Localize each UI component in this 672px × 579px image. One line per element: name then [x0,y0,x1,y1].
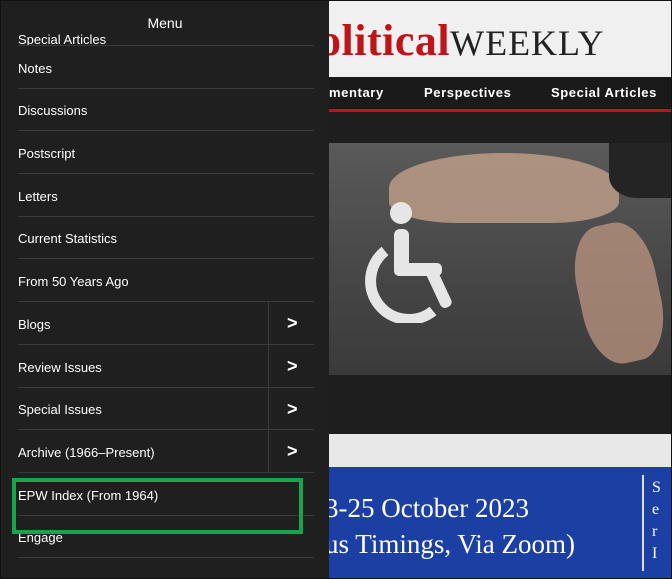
banner-divider [642,475,644,571]
menu-item-label: Special Articles [18,32,107,46]
menu-item-label: Letters [18,188,58,204]
menu-list: Special Articles Notes Discussions Posts… [18,7,314,559]
highlight-box [12,478,303,534]
menu-item-from-50-years-ago[interactable]: From 50 Years Ago [18,259,314,303]
menu-item-label: Current Statistics [18,231,117,247]
menu-item-review-issues[interactable]: Review Issues > [18,344,314,388]
menu-item-label: Archive (1966–Present) [18,444,155,460]
menu-item-label: Discussions [18,103,88,119]
menu-item-label: Review Issues [18,359,102,375]
ticker-bar [329,434,671,467]
site-logo[interactable]: oliticalWEEKLY [329,15,604,66]
chevron-right-icon: > [287,441,298,462]
menu-item-current-statistics[interactable]: Current Statistics [18,217,314,260]
menu-item-discussions[interactable]: Discussions [18,89,314,132]
site-nav: mentary Perspectives Special Articles [329,77,671,112]
logo-part2: WEEKLY [450,23,605,63]
menu-item-letters[interactable]: Letters [18,174,314,217]
menu-title: Menu [147,15,183,31]
chevron-right-icon: > [287,355,298,376]
menu-item-label: Notes [18,60,52,76]
menu-item-label: Blogs [18,316,51,332]
hand-image-part [565,216,671,370]
chevron-right-icon: > [287,313,298,334]
banner-side-char: e [652,501,660,518]
banner-side-text: S e r I [652,477,661,565]
menu-item-postscript[interactable]: Postscript [18,131,314,175]
chevron-right-icon: > [287,398,298,419]
submenu-toggle[interactable]: > [268,430,314,472]
menu-item-label: Postscript [18,146,76,162]
banner-side-char: r [652,523,658,540]
logo-part1: olitical [329,16,451,65]
menu-item-special-issues[interactable]: Special Issues > [18,387,314,431]
banner-timings: us Timings, Via Zoom) [329,529,575,559]
menu-item-blogs[interactable]: Blogs > [18,302,314,345]
menu-item-label: From 50 Years Ago [18,274,129,290]
site-header: oliticalWEEKLY [329,1,671,77]
banner-side-char: S [652,479,661,496]
submenu-toggle[interactable]: > [268,387,314,430]
nav-commentary[interactable]: mentary [329,85,384,100]
menu-item-archive[interactable]: Archive (1966–Present) > [18,430,314,473]
menu-item-notes[interactable]: Notes [18,46,314,89]
banner-date: 3-25 October 2023 [329,493,529,523]
banner-side-char: I [652,545,658,562]
hero-image[interactable] [329,143,671,375]
nav-perspectives[interactable]: Perspectives [424,85,511,100]
submenu-toggle[interactable]: > [268,302,314,344]
submenu-toggle[interactable]: > [268,344,314,387]
background-page: oliticalWEEKLY mentary Perspectives Spec… [329,1,671,578]
event-banner[interactable]: 3-25 October 2023 us Timings, Via Zoom) … [329,467,671,578]
screenshot-frame: oliticalWEEKLY mentary Perspectives Spec… [0,0,672,579]
nav-special-articles[interactable]: Special Articles [551,85,657,100]
menu-item-label: Special Issues [18,402,102,418]
wheelchair-icon [365,202,452,323]
sleeve-image-part [609,143,671,198]
